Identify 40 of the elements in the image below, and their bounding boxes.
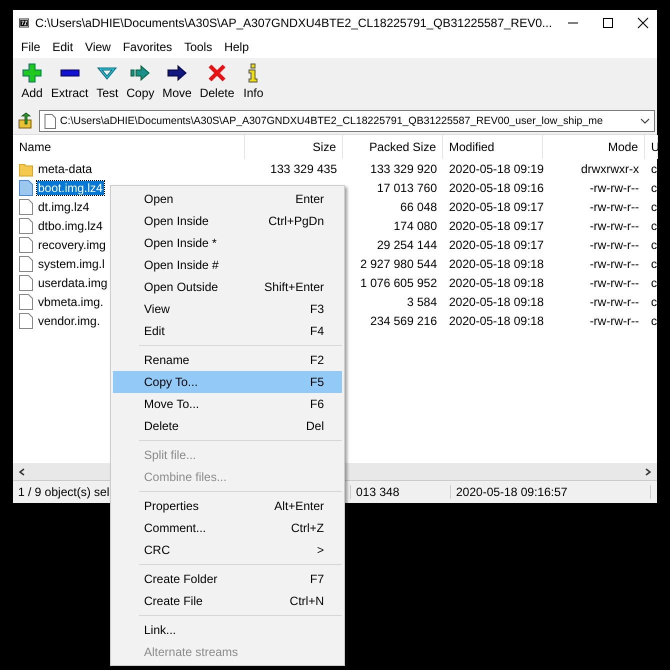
table-cell-text: 133 329 920 — [369, 162, 438, 176]
table-cell-text: 2020-05-18 09:18 — [448, 276, 543, 290]
table-cell-text: c — [650, 180, 657, 194]
table-cell-text: 2020-05-18 09:17 — [448, 238, 543, 252]
table-cell-text: 2020-05-18 09:17 — [448, 200, 543, 214]
table-cell-text: -rw-rw-r-- — [588, 180, 640, 194]
status-text: 2020-05-18 09:16:57 — [451, 485, 651, 499]
table-cell-text: 2020-05-18 09:18 — [448, 256, 543, 270]
table-cell-text: 1 076 605 952 — [359, 276, 438, 290]
table-cell-text: c — [650, 294, 657, 308]
table-cell-text: 2020-05-18 09:19 — [448, 162, 543, 176]
table-cell-text: -rw-rw-r-- — [588, 256, 640, 270]
table-cell-text: -rw-rw-r-- — [588, 276, 640, 290]
table-cell-text: -rw-rw-r-- — [588, 200, 640, 214]
table-cell-text: 2020-05-18 09:18 — [448, 314, 543, 328]
window-title: C:\Users\aDHIE\Documents\A30S\AP_A307GNDXU4BTE2_CL18225791_QB31225587_REV0... — [35, 16, 552, 30]
table-cell-text: 2020-05-18 09:18 — [448, 294, 543, 308]
table-cell-text: c — [650, 276, 657, 290]
table-cell-text: -rw-rw-r-- — [588, 218, 640, 232]
table-cell-text: c — [650, 314, 657, 328]
table-cell-text: 2 927 980 544 — [359, 256, 438, 270]
table-cell-text: c — [650, 238, 657, 252]
table-cell-text: 29 254 144 — [376, 238, 438, 252]
table-cell-text: drwxrwxr-x — [580, 162, 640, 176]
table-cell-text: -rw-rw-r-- — [588, 238, 640, 252]
table-cell-text: c — [650, 162, 657, 176]
table-cell-text: 2020-05-18 09:16 — [448, 180, 543, 194]
table-cell-text: 17 013 760 — [376, 180, 438, 194]
table-cell-text: -rw-rw-r-- — [588, 294, 640, 308]
table-cell-text: c — [650, 218, 657, 232]
table-cell-text: 3 584 — [406, 294, 438, 308]
table-cell-text: 66 048 — [399, 200, 438, 214]
table-cell-text: c — [650, 256, 657, 270]
table-cell-text: 174 080 — [392, 218, 438, 232]
status-text: 013 348 — [351, 485, 451, 499]
table-cell-text: c — [650, 200, 657, 214]
table-cell-text: 133 329 435 — [269, 162, 338, 176]
table-cell-text: 234 569 216 — [369, 314, 438, 328]
table-cell-text: -rw-rw-r-- — [588, 314, 640, 328]
table-cell-text: 2020-05-18 09:17 — [448, 218, 543, 232]
